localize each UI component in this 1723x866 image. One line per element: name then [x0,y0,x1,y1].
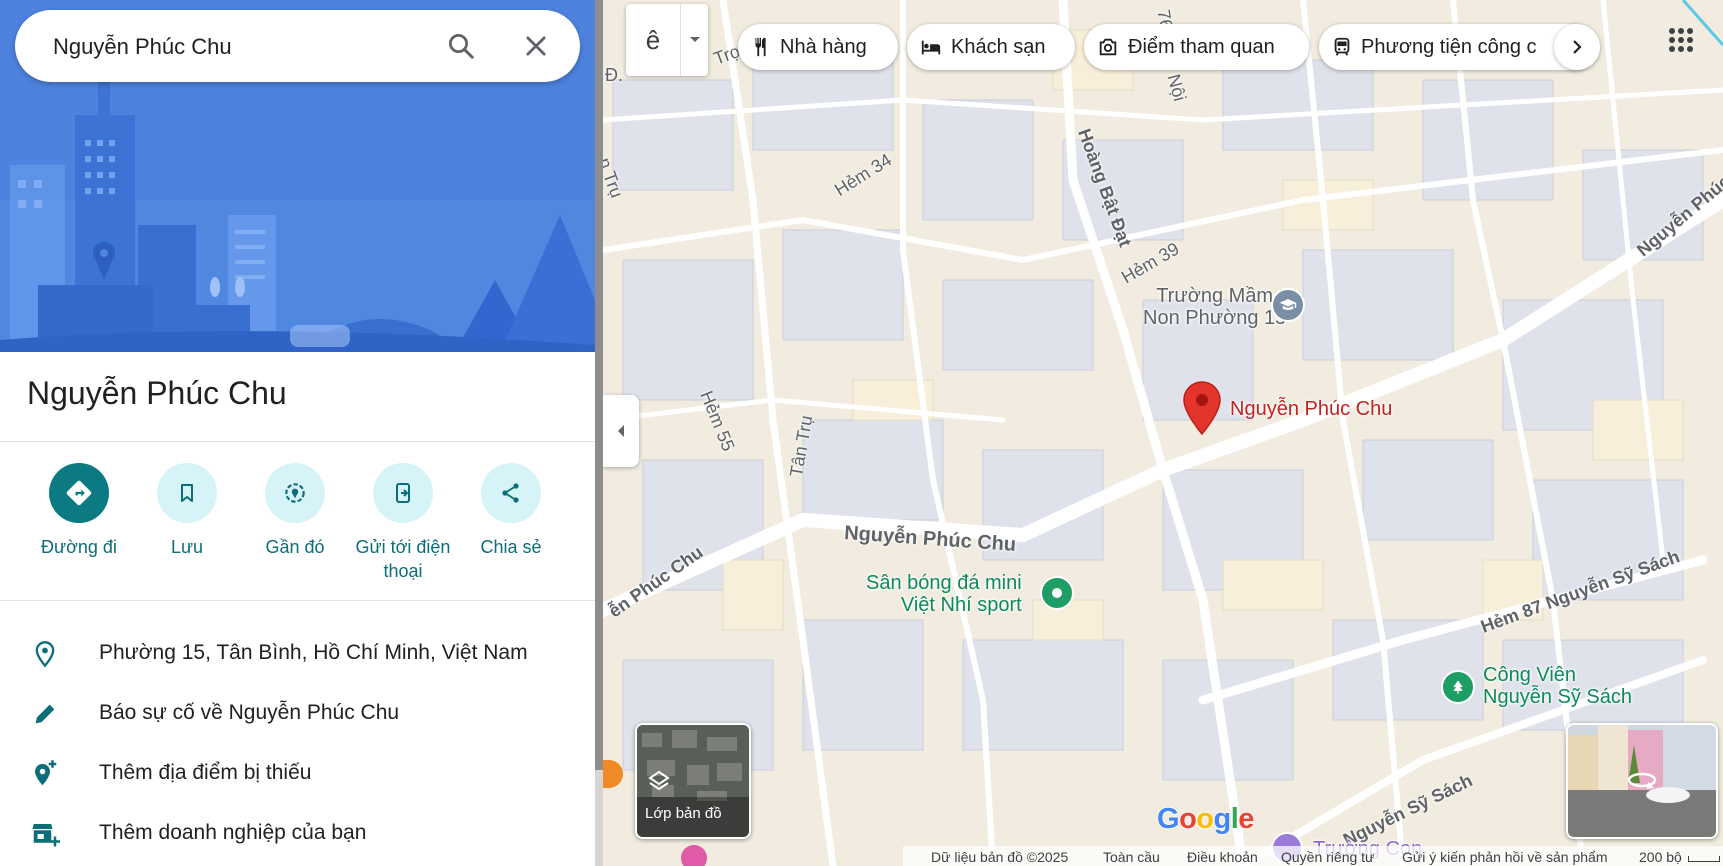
directions-label: Đường đi [41,537,117,557]
directions-icon [49,463,109,523]
poi-sports[interactable]: Sân bóng đá mini Việt Nhí sport [866,572,1022,616]
add-business-row[interactable]: Thêm doanh nghiệp của bạn [0,807,595,861]
rotate-360-icon [1626,769,1658,796]
send-to-phone-button[interactable]: Gửi tới điện thoại [349,463,457,583]
hotel-icon [921,40,941,55]
poi-name: Sân bóng đá mini [866,572,1022,594]
directions-button[interactable]: Đường đi [25,463,133,559]
chip-label: Phương tiện công c [1361,35,1537,58]
poi-school[interactable]: Trường Mầm Non Phường 15 [1143,285,1286,329]
school-icon[interactable] [1271,288,1305,322]
address-row[interactable]: Phường 15, Tân Bình, Hồ Chí Minh, Việt N… [0,627,595,681]
google-logo: Google [1157,803,1254,835]
layers-icon [647,769,671,798]
divider [0,600,595,601]
scale-bar [1688,856,1720,862]
layers-button[interactable]: Lớp bản đồ [635,723,751,839]
add-business-text: Thêm doanh nghiệp của bạn [99,821,367,844]
chip-label: Điểm tham quan [1128,35,1275,58]
close-icon[interactable] [518,28,554,64]
divider [0,441,595,442]
poi-name: Nguyễn Sỹ Sách [1483,686,1632,708]
apps-grid-icon[interactable] [1667,26,1697,56]
footer-scale[interactable]: 200 bộ [1639,849,1682,865]
nearby-button[interactable]: Gần đó [241,463,349,559]
chip-label: Khách sạn [951,35,1046,58]
send-to-phone-label: Gửi tới điện thoại [355,537,451,581]
share-icon [481,463,541,523]
restaurant-icon [755,37,766,57]
selected-place-label[interactable]: Nguyễn Phúc Chu [1230,398,1392,420]
search-box [15,10,580,82]
map-canvas[interactable]: Hẻm 34 Hoàng Bật Đạt Hẻm 39 Hẻm 55 Tân T… [603,0,1723,866]
send-to-phone-icon [373,463,433,523]
footer-privacy[interactable]: Quyền riêng tư [1281,849,1374,865]
add-missing-place-text: Thêm địa điểm bị thiếu [99,761,312,784]
footer-feedback[interactable]: Gửi ý kiến phản hồi về sản phẩm [1402,849,1608,865]
panel-scrollbar-track[interactable] [595,770,603,866]
poi-name: Việt Nhí sport [900,594,1022,616]
chip-restaurants[interactable]: Nhà hàng [738,24,898,70]
footer-map-data[interactable]: Dữ liệu bản đồ ©2025 [931,849,1068,865]
ime-label: ê [645,24,661,55]
sports-icon[interactable] [1040,576,1074,610]
location-pin-icon [28,637,62,671]
collapse-panel-button[interactable] [603,395,639,467]
input-tools-button[interactable]: ê [626,4,708,76]
chevron-right-icon[interactable] [1554,24,1600,70]
map-tiles [603,0,1723,866]
layers-label: Lớp bản đồ [645,805,722,822]
chip-label: Nhà hàng [780,35,867,58]
add-missing-place-row[interactable]: Thêm địa điểm bị thiếu [0,747,595,801]
address-text: Phường 15, Tân Bình, Hồ Chí Minh, Việt N… [99,641,528,664]
street-label: Đ. [605,65,623,85]
camera-icon [1099,38,1117,56]
poi-name: Non Phường 15 [1143,307,1287,329]
chevron-left-icon [618,425,624,437]
save-button[interactable]: Lưu [133,463,241,559]
chip-hotels[interactable]: Khách sạn [907,24,1075,70]
park-icon[interactable] [1441,670,1475,704]
place-title: Nguyễn Phúc Chu [27,375,287,411]
nearby-icon [265,463,325,523]
nearby-label: Gần đó [265,537,325,557]
pencil-icon [28,697,62,731]
poi-park[interactable]: Công Viên Nguyễn Sỹ Sách [1483,664,1632,708]
search-icon[interactable] [443,28,479,64]
footer-global[interactable]: Toàn cầu [1103,849,1160,865]
add-place-icon [28,757,62,791]
bookmark-icon [157,463,217,523]
save-label: Lưu [170,537,204,557]
panel-scrollbar-thumb[interactable] [595,0,603,770]
search-input[interactable] [51,28,435,66]
share-label: Chia sẻ [480,537,542,557]
place-panel: Nguyễn Phúc Chu Đường đi Lưu Gần đó Gửi … [0,0,595,866]
chevron-down-icon[interactable] [682,30,708,50]
report-issue-text: Báo sự cố về Nguyễn Phúc Chu [99,701,400,724]
add-business-icon [28,817,62,851]
red-pin-icon[interactable] [1182,380,1222,441]
report-issue-row[interactable]: Báo sự cố về Nguyễn Phúc Chu [0,687,595,741]
train-icon [1334,37,1350,56]
poi-name: Trường Mầm [1156,285,1274,307]
poi-name: Công Viên [1483,664,1577,686]
street-view-thumbnail[interactable] [1566,723,1718,839]
chip-attractions[interactable]: Điểm tham quan [1084,24,1309,70]
footer-terms[interactable]: Điều khoản [1187,849,1258,865]
map-footer: Dữ liệu bản đồ ©2025 Toàn cầu Điều khoản… [603,848,1723,866]
share-button[interactable]: Chia sẻ [457,463,565,559]
